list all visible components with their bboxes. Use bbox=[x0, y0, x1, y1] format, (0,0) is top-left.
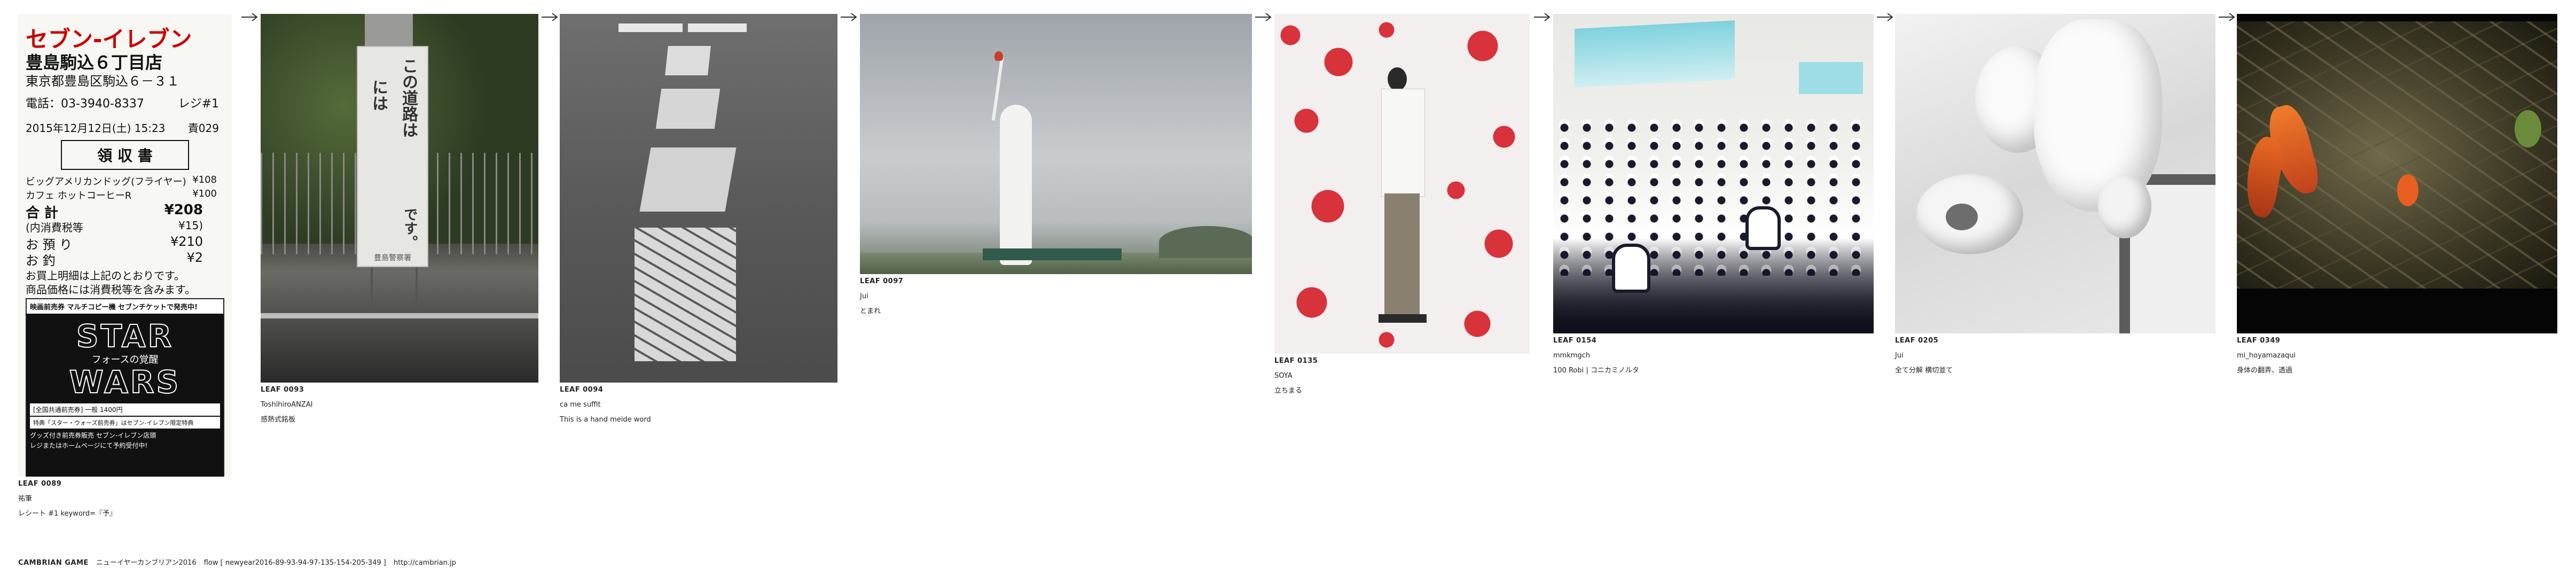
receipt-datetime: 2015年12月12日(土) 15:23 bbox=[26, 122, 166, 135]
leaf-id[interactable]: LEAF 0135 bbox=[1274, 354, 1530, 369]
receipt-item1: ビッグアメリカンドッグ(フライヤー) bbox=[26, 176, 186, 188]
receipt-tax-label: (内消費税等 bbox=[26, 221, 83, 234]
receipt-address: 東京都豊島区駒込６－３１ bbox=[26, 74, 179, 89]
arrow-right-icon bbox=[840, 12, 858, 22]
receipt-note2: 商品価格には消費税等を含みます。 bbox=[26, 283, 195, 296]
leaf-author[interactable]: mmkmgch bbox=[1553, 348, 1874, 363]
leaf-card-0205[interactable]: LEAF 0205 Jui 全て分解 横切並て bbox=[1895, 14, 2215, 378]
leaf-caption: 感熱式銘板 bbox=[261, 416, 296, 424]
receipt-note1: お買上明細は上記のとおりです。 bbox=[26, 269, 185, 282]
leaf-meta: LEAF 0205 Jui 全て分解 横切並て bbox=[1895, 333, 2215, 378]
leaf-meta: LEAF 0154 mmkmgch 100 Robi | コニカミノルタ bbox=[1553, 333, 1874, 378]
leaf-author[interactable]: 祐筆 bbox=[18, 492, 232, 507]
leaf-card-0089[interactable]: セブン-イレブン 豊島駒込６丁目店 東京都豊島区駒込６－３１ 電話：03-394… bbox=[18, 14, 232, 521]
sign-footer: 豊島警察署 bbox=[374, 254, 411, 262]
leaf-card-0135[interactable]: LEAF 0135 SOYA 立ちまる bbox=[1274, 14, 1530, 399]
road-sign-photo[interactable]: この道路は には です。 豊島警察署 bbox=[261, 14, 538, 383]
leaf-caption: レシート #1 keyword=『予』 bbox=[18, 510, 117, 518]
leaf-id[interactable]: LEAF 0097 bbox=[860, 274, 1252, 289]
leaf-card-0154[interactable]: LEAF 0154 mmkmgch 100 Robi | コニカミノルタ bbox=[1553, 14, 1874, 378]
sign-board: この道路は には です。 豊島警察署 bbox=[357, 46, 428, 267]
leaf-meta: LEAF 0135 SOYA 立ちまる bbox=[1274, 354, 1530, 399]
robots-photo[interactable] bbox=[1553, 14, 1874, 333]
leaf-card-0349[interactable]: LEAF 0349 mi_hoyamazaqui 身体の翻弄、透過 bbox=[2237, 14, 2557, 378]
receipt-staff: 責029 bbox=[187, 122, 219, 135]
arrow-right-icon bbox=[1254, 12, 1272, 22]
arrow-right-icon bbox=[541, 12, 559, 22]
leaf-caption: 100 Robi | コニカミノルタ bbox=[1553, 367, 1639, 375]
poster-note1: 特典「スター・ウォーズ前売券」はセブン-イレブン限定特典 bbox=[30, 417, 220, 429]
leaf-meta: LEAF 0089 祐筆 レシート #1 keyword=『予』 bbox=[18, 477, 232, 521]
leaf-id[interactable]: LEAF 0093 bbox=[261, 383, 538, 398]
leaf-meta: LEAF 0094 ca me suffit This is a hand me… bbox=[560, 383, 837, 427]
leaf-card-0094[interactable]: LEAF 0094 ca me suffit This is a hand me… bbox=[560, 14, 837, 427]
receipt-phone: 電話：03-3940-8337 bbox=[26, 97, 144, 111]
leaf-author[interactable]: SOYA bbox=[1274, 369, 1530, 384]
sign-line1: この道路は bbox=[399, 58, 418, 138]
birds-photo[interactable] bbox=[2237, 14, 2557, 333]
poster-note3: レジまたはホームページにて予約受付中! bbox=[30, 442, 148, 449]
receipt-title: 領 収 書 bbox=[61, 140, 189, 170]
receipt-change-label: お 釣 bbox=[26, 253, 56, 268]
arrow-right-icon bbox=[240, 12, 259, 22]
leaf-card-0097[interactable]: LEAF 0097 Jui とまれ bbox=[860, 14, 1252, 319]
leaf-author[interactable]: mi_hoyamazaqui bbox=[2237, 348, 2557, 363]
leaf-meta: LEAF 0097 Jui とまれ bbox=[860, 274, 1252, 319]
leaf-id[interactable]: LEAF 0089 bbox=[18, 477, 232, 492]
leaf-card-0093[interactable]: この道路は には です。 豊島警察署 LEAF 0093 ToshihiroAN… bbox=[261, 14, 538, 427]
receipt-item2: カフェ ホットコーヒーR bbox=[26, 190, 132, 201]
arrow-right-icon bbox=[2218, 12, 2236, 22]
receipt-paid-value: ¥210 bbox=[170, 234, 203, 249]
leaf-author[interactable]: ToshihiroANZAI bbox=[261, 398, 538, 412]
footer: CAMBRIAN GAME ニューイヤーカンブリアン2016 flow [ newy… bbox=[18, 557, 456, 567]
poster-title-wars: WARS bbox=[69, 363, 181, 401]
leaf-caption: 身体の翻弄、透過 bbox=[2237, 367, 2293, 375]
leaf-id[interactable]: LEAF 0094 bbox=[560, 383, 837, 398]
arrow-right-icon bbox=[1533, 12, 1551, 22]
receipt-item2-price: ¥100 bbox=[192, 188, 217, 199]
arrow-right-icon bbox=[1876, 12, 1894, 22]
leaf-caption: とまれ bbox=[860, 307, 881, 315]
poster-price: [全国共通前売券] 一般 1400円 bbox=[30, 403, 220, 416]
footer-url[interactable]: http://cambrian.jp bbox=[394, 559, 456, 567]
polka-dot-photo[interactable] bbox=[1274, 14, 1530, 354]
poster-title-star: STAR bbox=[76, 317, 174, 355]
receipt-tax-value: ¥15) bbox=[178, 219, 203, 232]
leaf-id[interactable]: LEAF 0349 bbox=[2237, 333, 2557, 348]
poster-note2: グッズ付き前売券販売 セブン-イレブン店頭 bbox=[30, 432, 156, 439]
road-marking-photo[interactable] bbox=[560, 14, 837, 383]
robot-closeup-photo[interactable] bbox=[1895, 14, 2215, 333]
receipt-item1-price: ¥108 bbox=[192, 174, 217, 185]
receipt-total-value: ¥208 bbox=[164, 202, 203, 218]
leaf-meta: LEAF 0093 ToshihiroANZAI 感熱式銘板 bbox=[261, 383, 538, 427]
statue-photo[interactable] bbox=[860, 14, 1252, 274]
footer-flow: flow [ newyear2016-89-93-94-97-135-154-2… bbox=[203, 559, 386, 567]
sign-line2: には bbox=[369, 79, 388, 111]
poster-head: 映画前売券 マルチコピー機 セブンチケットで発売中! bbox=[27, 299, 223, 314]
star-wars-poster: 映画前売券 マルチコピー機 セブンチケットで発売中! STAR フォースの覚醒 … bbox=[26, 298, 224, 477]
leaf-meta: LEAF 0349 mi_hoyamazaqui 身体の翻弄、透過 bbox=[2237, 333, 2557, 378]
leaf-id[interactable]: LEAF 0205 bbox=[1895, 333, 2215, 348]
leaf-caption: This is a hand meide word bbox=[560, 416, 651, 424]
leaf-id[interactable]: LEAF 0154 bbox=[1553, 333, 1874, 348]
receipt-photo[interactable]: セブン-イレブン 豊島駒込６丁目店 東京都豊島区駒込６－３１ 電話：03-394… bbox=[18, 14, 232, 477]
leaf-author[interactable]: Jui bbox=[1895, 348, 2215, 363]
leaf-caption: 全て分解 横切並て bbox=[1895, 367, 1953, 375]
receipt-change-value: ¥2 bbox=[186, 250, 203, 265]
footer-game-title[interactable]: ニューイヤーカンブリアン2016 bbox=[96, 559, 197, 567]
leaf-author[interactable]: ca me suffit bbox=[560, 398, 837, 412]
sign-line3: です。 bbox=[402, 207, 418, 249]
leaf-caption: 立ちまる bbox=[1274, 387, 1303, 395]
leaf-author[interactable]: Jui bbox=[860, 289, 1252, 304]
footer-brand[interactable]: CAMBRIAN GAME bbox=[18, 559, 89, 567]
receipt-register: レジ#1 bbox=[178, 97, 219, 111]
